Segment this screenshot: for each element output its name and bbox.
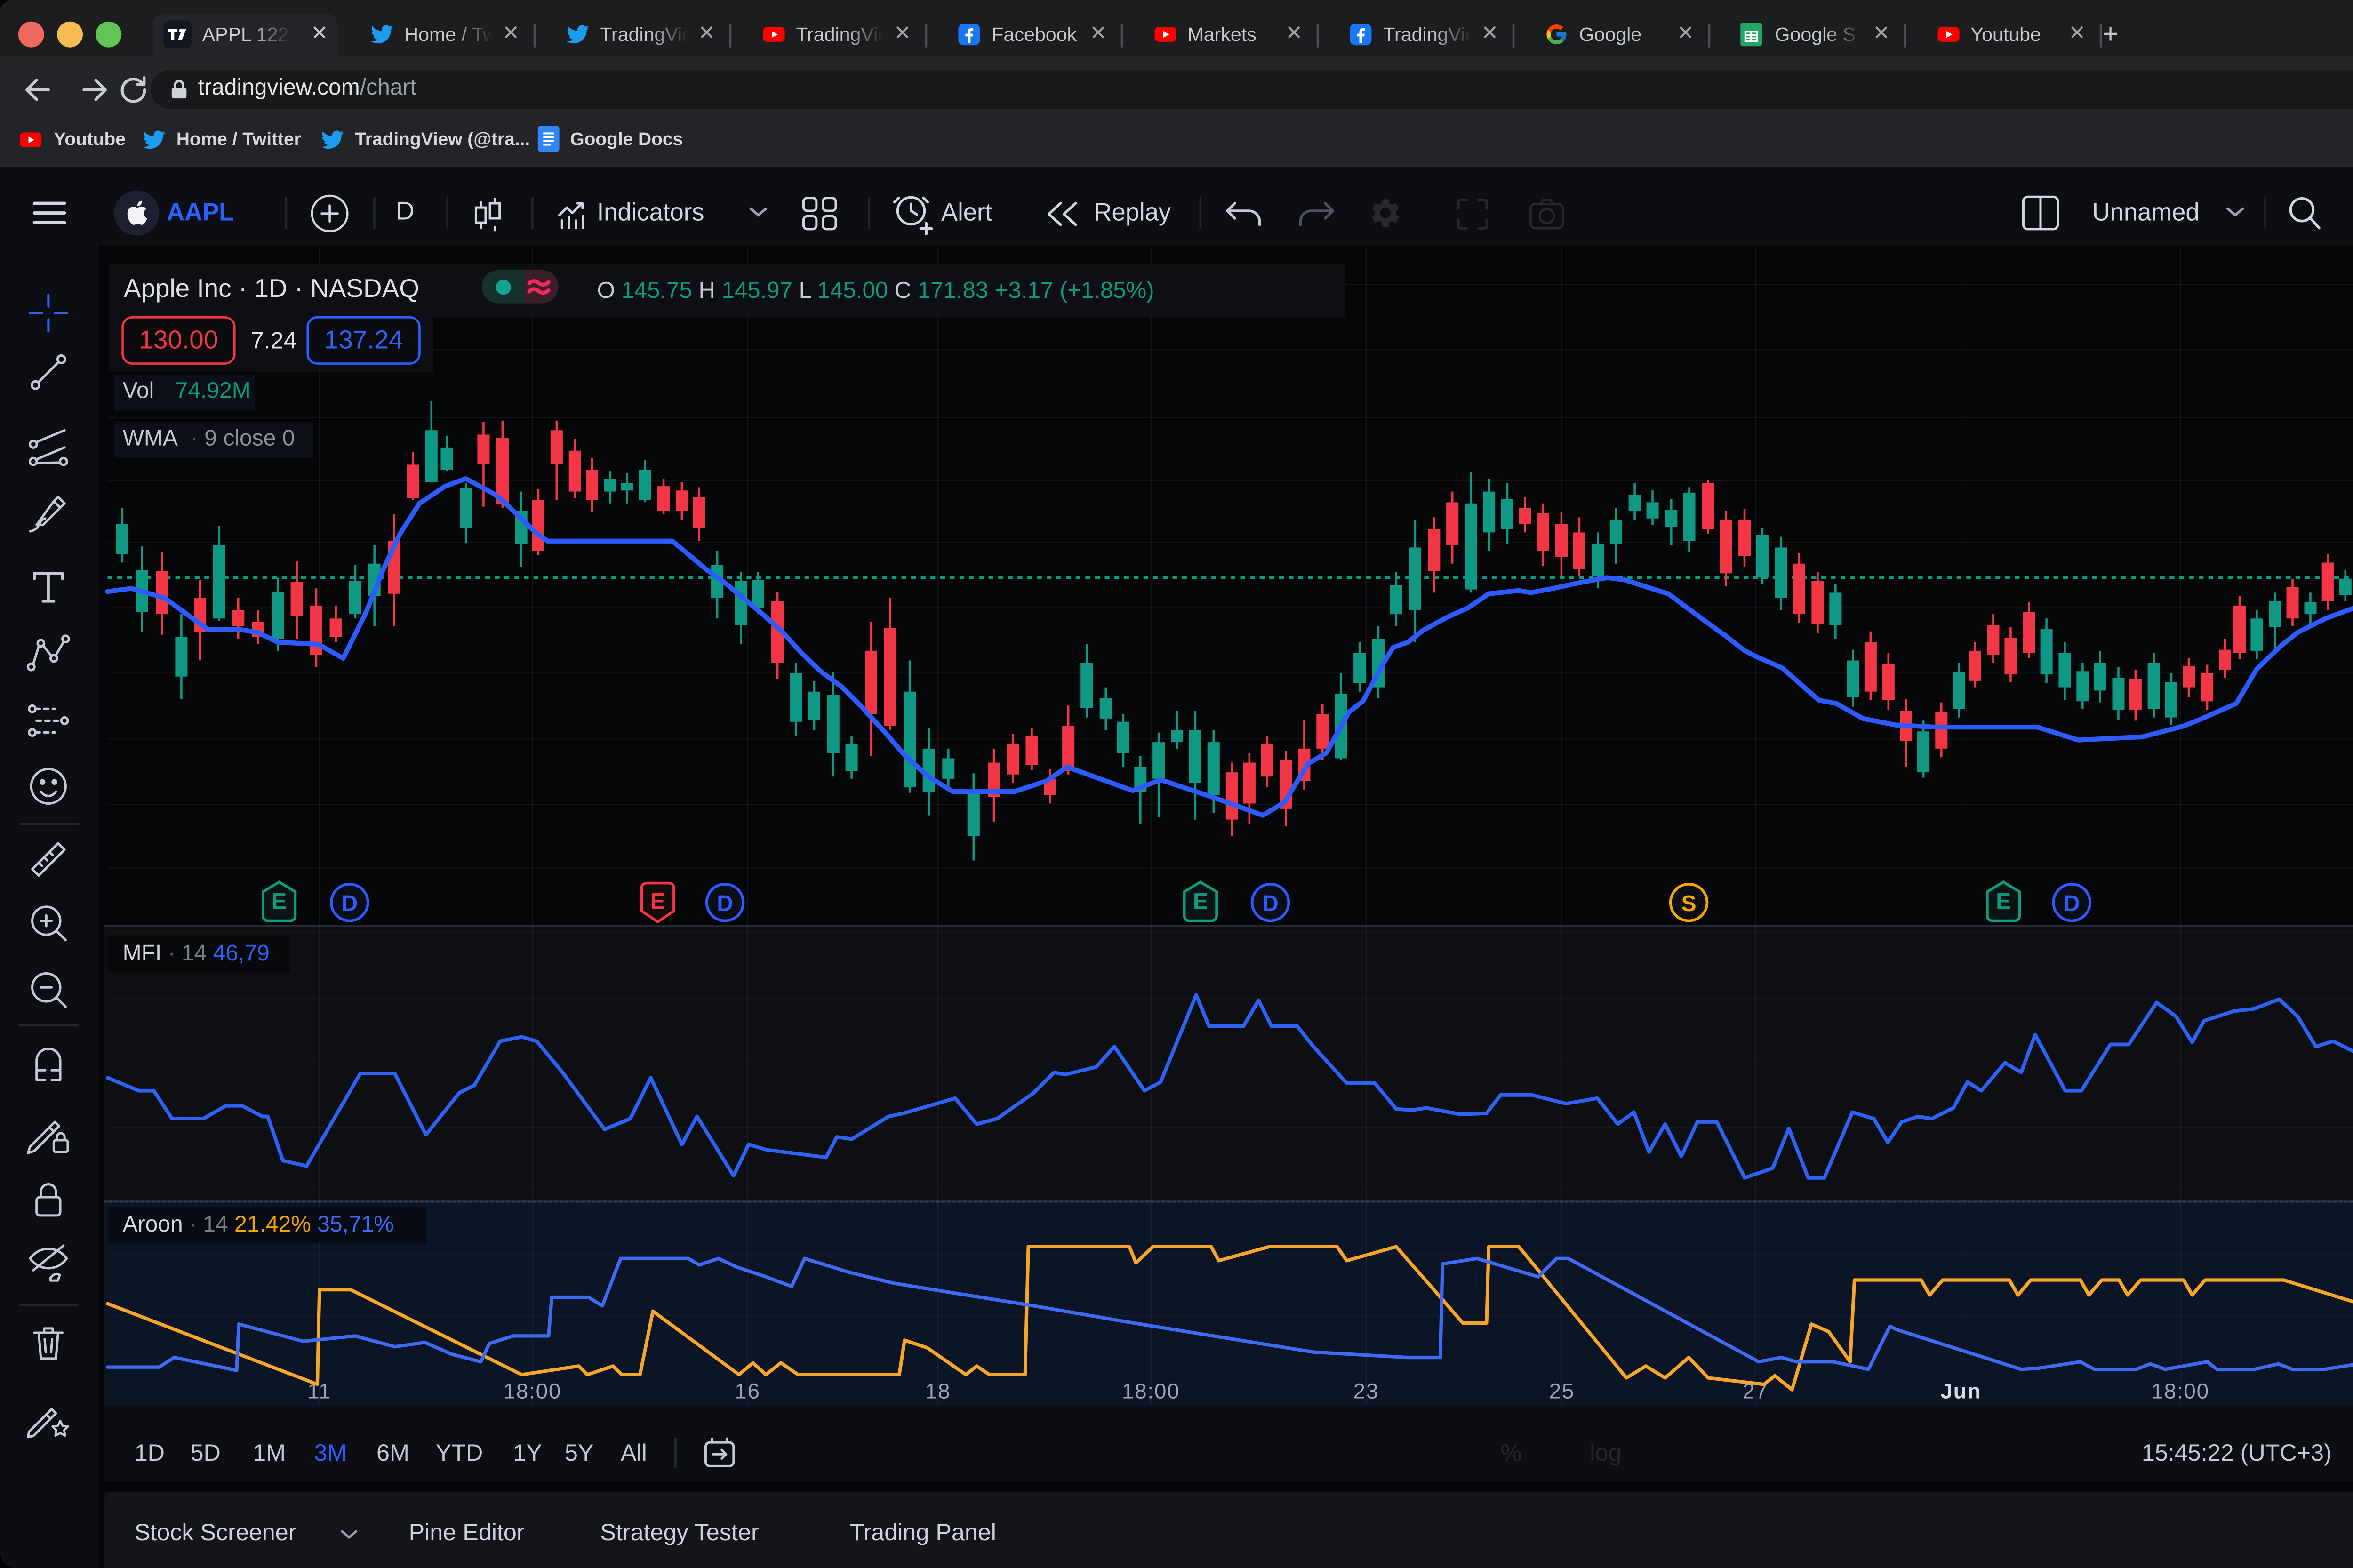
- svg-text:D: D: [717, 891, 733, 916]
- svg-text:D: D: [2064, 891, 2080, 916]
- svg-text:D: D: [1262, 891, 1279, 916]
- svg-text:E: E: [1996, 889, 2011, 914]
- svg-text:D: D: [342, 891, 358, 916]
- svg-text:E: E: [1193, 889, 1208, 914]
- svg-text:E: E: [650, 889, 665, 914]
- svg-text:E: E: [272, 889, 287, 914]
- svg-text:S: S: [1681, 891, 1697, 916]
